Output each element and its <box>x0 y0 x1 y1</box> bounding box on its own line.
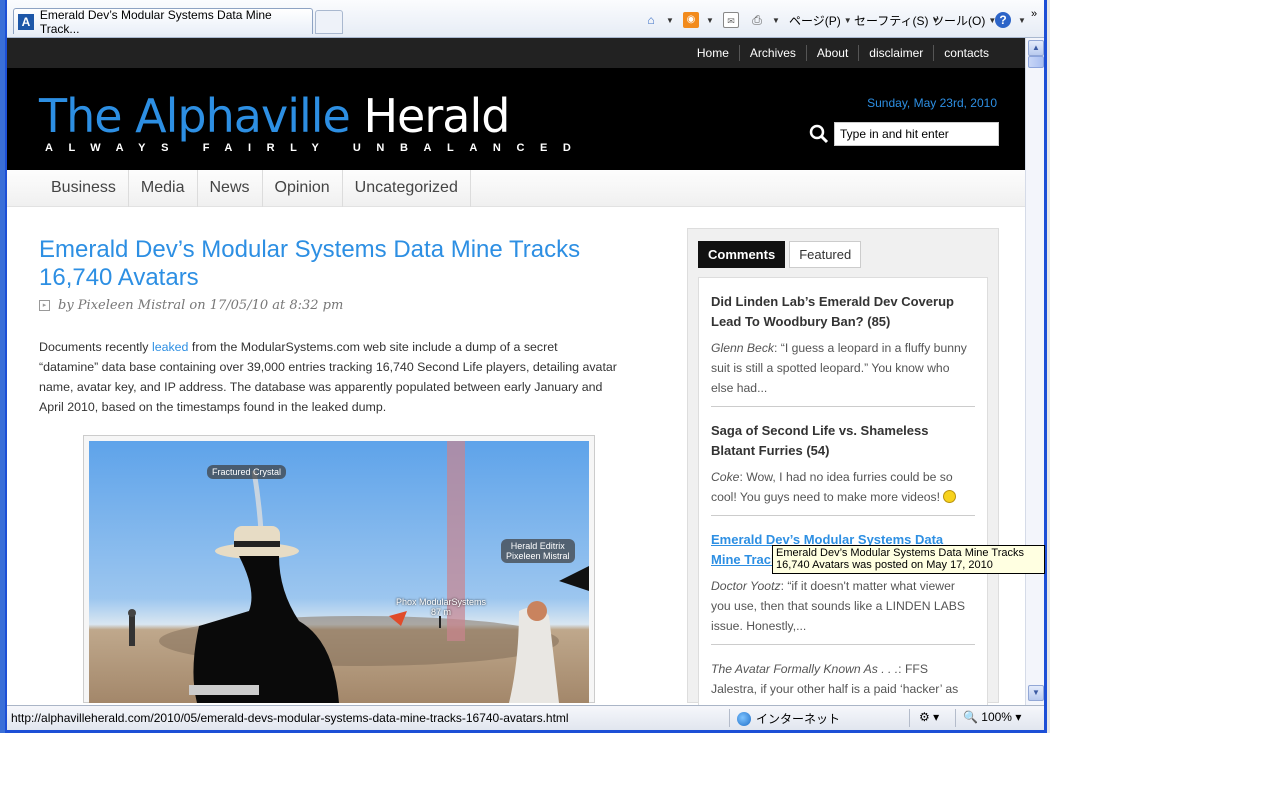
status-url: http://alphavilleherald.com/2010/05/emer… <box>11 711 569 725</box>
comment-author: The Avatar Formally Known As . . . <box>711 662 899 676</box>
site-header: The Alphaville Herald ALWAYS FAIRLY UNBA… <box>7 68 1025 170</box>
category-opinion[interactable]: Opinion <box>263 170 343 207</box>
nav-link-archives[interactable]: Archives <box>738 45 806 61</box>
tooltip-line-2: 16,740 Avatars was posted on May 17, 201… <box>776 559 993 571</box>
scene-drawing <box>128 441 589 703</box>
byline-text: by Pixeleen Mistral on 17/05/10 at 8:32 … <box>58 298 344 313</box>
smiley-icon <box>943 490 957 503</box>
toolbar-overflow-chevron-icon[interactable]: » <box>1031 4 1037 24</box>
comment-author: Glenn Beck <box>711 341 775 355</box>
scroll-up-button[interactable]: ▲ <box>1028 40 1044 56</box>
label-line: Herald Editrix <box>510 541 565 551</box>
new-tab-button[interactable] <box>315 10 343 34</box>
rss-icon: ◉ <box>683 12 699 28</box>
status-divider <box>909 709 910 727</box>
post-body: Documents recently leaked from the Modul… <box>39 337 617 417</box>
comment-excerpt: Glenn Beck: “I guess a leopard in a fluf… <box>711 338 975 398</box>
feeds-button[interactable]: ◉ ▼ <box>683 10 714 30</box>
browser-tab-active[interactable]: A Emerald Dev’s Modular Systems Data Min… <box>13 7 313 36</box>
sidebar-widget: Comments Featured Did Linden Lab’s Emera… <box>687 228 999 716</box>
site-top-nav: Home Archives About disclaimer contacts <box>7 38 1025 68</box>
status-divider <box>729 709 730 727</box>
label-line: Pixeleen Mistral <box>506 551 570 561</box>
nav-link-home[interactable]: Home <box>687 45 739 61</box>
zoom-value: 100% <box>981 710 1012 724</box>
category-news[interactable]: News <box>198 170 263 207</box>
site-tagline: ALWAYS FAIRLY UNBALANCED <box>45 142 587 154</box>
browser-toolbar: A Emerald Dev’s Modular Systems Data Min… <box>7 0 1044 38</box>
logo-text-primary: The Alphaville <box>39 89 351 143</box>
label-line: 87 m <box>431 607 452 617</box>
category-business[interactable]: Business <box>39 170 129 207</box>
list-item: Saga of Second Life vs. Shameless Blatan… <box>711 407 975 516</box>
desktop-area-right <box>1047 0 1287 733</box>
mail-icon: ✉ <box>723 12 739 28</box>
home-icon: ⌂ <box>647 13 655 27</box>
nav-link-disclaimer[interactable]: disclaimer <box>858 45 933 61</box>
mail-button[interactable]: ✉ <box>723 10 743 30</box>
security-zone[interactable]: インターネット <box>737 710 840 727</box>
tab-featured[interactable]: Featured <box>789 241 862 268</box>
scroll-thumb[interactable] <box>1028 56 1044 68</box>
site-logo[interactable]: The Alphaville Herald <box>39 89 510 143</box>
comment-author: Doctor Yootz <box>711 579 781 593</box>
tab-comments[interactable]: Comments <box>698 241 786 268</box>
avatar-label-fractured-crystal: Fractured Crystal <box>207 465 287 479</box>
body-text-start: Documents recently <box>39 340 152 354</box>
nav-link-about[interactable]: About <box>805 45 858 61</box>
print-button[interactable]: ⎙ ▼ <box>749 10 780 30</box>
label-line: Phox ModularSystems <box>396 597 487 607</box>
post-image[interactable]: Fractured Crystal Herald Editrix Pixelee… <box>89 441 589 703</box>
status-divider <box>955 709 956 727</box>
search-input[interactable] <box>834 122 999 146</box>
post-byline: ▸ by Pixeleen Mistral on 17/05/10 at 8:3… <box>39 298 619 313</box>
page-scrollbar[interactable]: ▲ ▼ <box>1025 38 1044 705</box>
tab-title: Emerald Dev’s Modular Systems Data Mine … <box>39 7 272 36</box>
post-format-icon: ▸ <box>39 300 50 311</box>
home-button[interactable]: ⌂ ▼ <box>643 10 674 30</box>
comment-excerpt: Doctor Yootz: “if it doesn't matter what… <box>711 576 975 636</box>
page-menu[interactable]: ページ(P) ▼ <box>789 10 852 30</box>
comment-text: : Wow, I had no idea furries could be so… <box>711 470 953 504</box>
avatar-label-herald-editrix: Herald Editrix Pixeleen Mistral <box>501 539 575 563</box>
current-date: Sunday, May 23rd, 2010 <box>867 96 997 110</box>
avatar-label-phox: Phox ModularSystems 87 m <box>391 595 491 619</box>
comment-excerpt: Coke: Wow, I had no idea furries could b… <box>711 467 975 507</box>
category-media[interactable]: Media <box>129 170 198 207</box>
status-bar: http://alphavilleherald.com/2010/05/emer… <box>7 705 1044 730</box>
leaked-link[interactable]: leaked <box>152 340 189 354</box>
protected-mode-icon[interactable]: ⚙ ▾ <box>919 710 939 724</box>
safety-menu-label: セーフティ(S) <box>854 13 929 28</box>
list-item: Emerald Dev’s Modular Systems Data Mine … <box>711 516 975 645</box>
post-title[interactable]: Emerald Dev’s Modular Systems Data Mine … <box>39 236 619 292</box>
tools-menu-label: ツール(O) <box>932 13 986 28</box>
comment-post-title[interactable]: Did Linden Lab’s Emerald Dev Coverup Lea… <box>711 292 975 332</box>
category-uncategorized[interactable]: Uncategorized <box>343 170 471 207</box>
browser-window: A Emerald Dev’s Modular Systems Data Min… <box>5 0 1047 733</box>
logo-text-secondary: Herald <box>363 89 510 143</box>
zoom-level[interactable]: 🔍 100% ▾ <box>963 710 1021 724</box>
safety-menu[interactable]: セーフティ(S) ▼ <box>854 10 939 30</box>
globe-icon <box>737 711 751 726</box>
list-item: Did Linden Lab’s Emerald Dev Coverup Lea… <box>711 278 975 407</box>
scroll-down-button[interactable]: ▼ <box>1028 685 1044 701</box>
zone-label: インターネット <box>756 712 841 726</box>
printer-icon: ⎙ <box>752 13 762 27</box>
article: Emerald Dev’s Modular Systems Data Mine … <box>39 236 619 703</box>
post-image-frame: Fractured Crystal Herald Editrix Pixelee… <box>83 435 595 703</box>
comment-post-title[interactable]: Saga of Second Life vs. Shameless Blatan… <box>711 421 975 461</box>
page-menu-label: ページ(P) <box>789 13 841 28</box>
site-favicon-icon: A <box>18 13 34 30</box>
category-nav: Business Media News Opinion Uncategorize… <box>7 170 1025 207</box>
comments-panel: Did Linden Lab’s Emerald Dev Coverup Lea… <box>698 277 988 716</box>
link-tooltip: Emerald Dev’s Modular Systems Data Mine … <box>772 545 1045 574</box>
nav-link-contacts[interactable]: contacts <box>933 45 999 61</box>
tools-menu[interactable]: ツール(O) ▼ <box>932 10 996 30</box>
help-icon: ? <box>995 12 1011 28</box>
search-icon <box>809 124 829 144</box>
tooltip-line-1: Emerald Dev’s Modular Systems Data Mine … <box>776 547 1024 559</box>
help-button[interactable]: ? ▼ <box>995 10 1026 30</box>
comment-author: Coke <box>711 470 740 484</box>
